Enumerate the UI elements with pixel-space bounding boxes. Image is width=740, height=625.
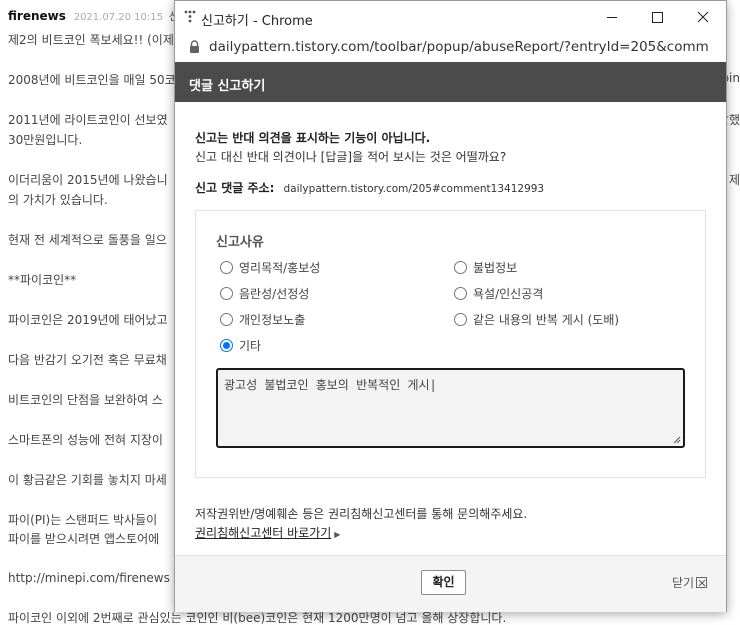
copyright-center-link[interactable]: 권리침해신고센터 바로가기 ▶ <box>195 524 340 541</box>
reason-title: 신고사유 <box>216 235 264 250</box>
resize-grip-icon[interactable] <box>673 436 681 444</box>
close-window-button[interactable] <box>680 1 726 34</box>
reason-label: 영리목적/홍보성 <box>239 261 321 275</box>
post-line: 다음 반감기 오기전 혹은 무료채 <box>8 353 167 367</box>
post-line: **파이코인** <box>8 273 77 287</box>
copyright-note: 저작권위반/명예훼손 등은 권리침해신고센터를 통해 문의해주세요. <box>195 507 528 521</box>
reason-label: 불법정보 <box>473 261 518 275</box>
close-box-icon <box>696 577 708 588</box>
report-popup-window: 신고하기 - Chrome dailypattern.tistory.com/t… <box>174 0 727 612</box>
chevron-right-icon: ▶ <box>334 530 341 539</box>
notice-description: 신고 대신 반대 의견이나 [답글]을 적어 보시는 것은 어떨까요? <box>195 150 507 164</box>
post-date: 2021.07.20 10:15 <box>73 12 163 23</box>
window-titlebar[interactable]: 신고하기 - Chrome <box>175 1 726 34</box>
post-line: 2011년에 라이트코인이 선보였 <box>8 113 168 127</box>
dialog-header: 댓글 신고하기 <box>175 62 726 102</box>
url-text[interactable]: dailypattern.tistory.com/toolbar/popup/a… <box>209 39 709 55</box>
confirm-button[interactable]: 확인 <box>421 570 466 595</box>
radio-button[interactable] <box>220 313 233 326</box>
maximize-button[interactable] <box>635 1 681 34</box>
reason-detail-text: 광고성 불법코인 홍보의 반복적인 게시| <box>224 378 437 392</box>
address-bar[interactable]: dailypattern.tistory.com/toolbar/popup/a… <box>175 34 726 61</box>
close-label: 닫기 <box>672 576 695 590</box>
reported-url-label: 신고 댓글 주소: <box>195 181 275 195</box>
reported-comment-url: 신고 댓글 주소: dailypattern.tistory.com/205#c… <box>195 177 544 196</box>
reason-option-spam[interactable]: 같은 내용의 반복 게시 (도배) <box>454 311 619 328</box>
post-line: 파이를 받으시려면 앱스토어에 <box>8 532 160 546</box>
reason-option-obscene[interactable]: 음란성/선정성 <box>220 285 309 302</box>
reason-label: 음란성/선정성 <box>239 287 310 301</box>
post-line: 30만원입니다. <box>8 133 83 147</box>
reason-option-abuse[interactable]: 욕설/인신공격 <box>454 285 543 302</box>
radio-button[interactable] <box>220 287 233 300</box>
dialog-content: 신고는 반대 의견을 표시하는 기능이 아닙니다. 신고 대신 반대 의견이나 … <box>175 102 726 555</box>
post-line: 비트코인의 단점을 보완하여 스 <box>8 393 163 407</box>
reason-label: 기타 <box>239 339 262 353</box>
dialog-title: 댓글 신고하기 <box>189 79 266 94</box>
post-line: 이 황금같은 기회를 놓치지 마세 <box>8 473 167 487</box>
maximize-icon <box>652 12 663 23</box>
radio-button[interactable] <box>454 313 467 326</box>
post-header: firenews 2021.07.20 10:15 신고 <box>8 8 189 24</box>
reported-url-value: dailypattern.tistory.com/205#comment1341… <box>283 183 545 195</box>
lock-icon[interactable] <box>189 40 200 54</box>
dialog-footer: 확인 닫기 <box>175 555 726 612</box>
report-reason-box: 신고사유 영리목적/홍보성 불법정보 음란성/선정성 욕설/인신공격 개인정보노… <box>195 210 706 478</box>
copyright-link-label: 권리침해신고센터 바로가기 <box>195 526 332 540</box>
reason-option-illegal[interactable]: 불법정보 <box>454 259 517 276</box>
radio-button-selected[interactable] <box>220 339 233 352</box>
post-line: 현재 전 세계적으로 돌풍을 일으 <box>8 233 167 247</box>
close-dialog-button[interactable]: 닫기 <box>672 574 708 591</box>
reason-label: 개인정보노출 <box>239 313 306 327</box>
close-icon <box>697 11 709 23</box>
post-line: 파이코인은 2019년에 태어났고 <box>8 313 168 327</box>
window-title: 신고하기 - Chrome <box>201 14 313 29</box>
reason-label: 욕설/인신공격 <box>473 287 544 301</box>
post-line: 2008년에 비트코인을 매일 50코 <box>8 73 176 87</box>
post-line: 의 가치가 있습니다. <box>8 193 108 207</box>
radio-button[interactable] <box>454 261 467 274</box>
radio-button[interactable] <box>454 287 467 300</box>
reason-label: 같은 내용의 반복 게시 (도배) <box>473 313 620 327</box>
reason-option-privacy[interactable]: 개인정보노출 <box>220 311 305 328</box>
reason-detail-textarea[interactable]: 광고성 불법코인 홍보의 반복적인 게시| <box>216 368 685 448</box>
notice-title: 신고는 반대 의견을 표시하는 기능이 아닙니다. <box>195 131 431 145</box>
post-author[interactable]: firenews <box>8 9 66 23</box>
minimize-button[interactable] <box>589 1 635 34</box>
reason-option-commercial[interactable]: 영리목적/홍보성 <box>220 259 320 276</box>
minimize-icon <box>607 17 617 18</box>
post-line: 스마트폰의 성능에 전혀 지장이 <box>8 433 163 447</box>
post-line-fragment: 제 <box>728 173 740 187</box>
post-line: 이더리움이 2015년에 나왔습니 <box>8 173 168 187</box>
reason-option-other[interactable]: 기타 <box>220 337 261 354</box>
post-line: 파이(PI)는 스탠퍼드 박사들이 <box>8 513 158 527</box>
app-menu-icon[interactable] <box>184 10 196 24</box>
post-line: 제2의 비트코인 폭보세요!! (이제 <box>8 33 174 47</box>
post-link[interactable]: http://minepi.com/firenews <box>8 571 170 585</box>
radio-button[interactable] <box>220 261 233 274</box>
